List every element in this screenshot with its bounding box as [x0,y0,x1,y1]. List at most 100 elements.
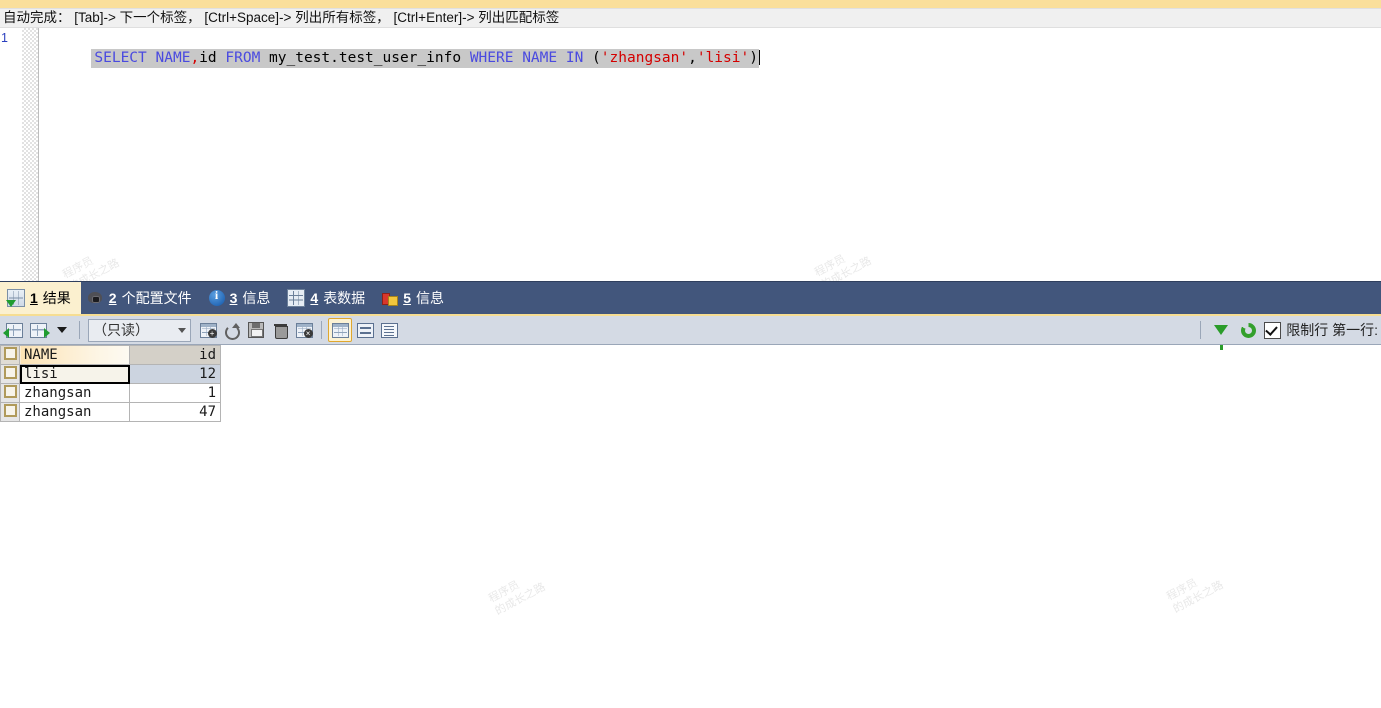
cell-id[interactable]: 47 [129,402,221,422]
row-select-checkbox[interactable] [3,366,17,379]
code-line-1[interactable]: SELECT NAME,id FROM my_test.test_user_in… [39,28,1381,68]
form-view-button[interactable] [354,319,376,341]
grid-view-icon [331,322,349,338]
limit-rows-label: 限制行 第一行: [1286,322,1378,338]
result-grid-body[interactable]: lisi 12 zhangsan 1 zhangsan 47 [0,364,221,422]
sql-token: ) [749,50,758,66]
text-view-button[interactable] [378,319,400,341]
line-number: 1 [1,31,8,45]
row-select-cell[interactable] [0,402,20,422]
import-grid-icon [29,322,50,338]
sql-token: WHERE [469,50,514,66]
watermark: 程序员 的成长之路 [486,579,548,618]
info-icon [208,288,225,306]
export-grid-icon [2,322,23,338]
toolbar-dropdown-button[interactable] [51,319,73,341]
sql-token: NAME [155,50,191,66]
watermark: 程序员 的成长之路 [1164,577,1226,616]
refresh-icon [1240,322,1256,338]
chevron-down-icon [57,327,67,333]
sql-token: my_test.test_user_info [260,50,470,66]
cancel-row-button[interactable]: × [293,319,315,341]
sql-token: 'lisi' [696,50,750,66]
table-row[interactable]: zhangsan 1 [0,383,221,403]
filter-icon [1214,325,1229,350]
cell-name[interactable]: zhangsan [19,383,130,403]
table-row[interactable]: zhangsan 47 [0,402,221,422]
result-grid-icon [6,289,25,307]
tab-number: 4 [310,290,319,306]
revert-row-icon [225,322,240,340]
table-data-icon [287,289,306,307]
delete-row-button[interactable] [269,319,291,341]
sql-token: IN [565,50,584,66]
cell-id[interactable]: 1 [129,383,221,403]
result-tab-3[interactable]: 3信息 [202,282,281,314]
row-select-cell[interactable] [0,383,20,403]
sql-token: id [199,50,217,66]
import-grid-button[interactable] [27,319,50,341]
save-icon [248,322,264,338]
delete-row-icon [273,323,288,339]
result-tab-1[interactable]: 1 结果 [0,282,81,314]
text-view-icon [380,322,398,338]
grid-view-button[interactable] [328,318,352,342]
form-view-icon [356,322,374,338]
save-changes-button[interactable] [245,319,267,341]
result-tab-bar[interactable]: 1结果2个配置文件3信息4表数据5信息 [0,281,1381,316]
tab-label: 个配置文件 [121,290,192,306]
tab-number: 5 [403,290,411,306]
limit-rows-checkbox[interactable] [1264,321,1282,339]
column-header-name[interactable]: NAME [19,345,130,365]
profile-icon [87,290,104,306]
revert-row-button[interactable] [221,319,243,341]
select-all-checkbox[interactable] [3,347,17,360]
result-grid-header: NAME id [0,345,221,365]
sql-editor[interactable]: 1 SELECT NAME,id FROM my_test.test_user_… [0,28,1381,281]
toolbar-separator [1200,321,1202,339]
cell-name[interactable]: lisi [19,364,130,384]
row-select-checkbox[interactable] [3,404,17,417]
edit-mode-select[interactable]: （只读） [88,318,191,342]
sql-token: SELECT [94,50,147,66]
add-row-button[interactable]: + [197,319,219,341]
cell-id[interactable]: 12 [129,364,221,384]
top-accent-strip [0,0,1381,9]
tab-label: 信息 [415,290,444,306]
sql-token: NAME [522,50,558,66]
sql-statement-selection[interactable]: SELECT NAME,id FROM my_test.test_user_in… [91,49,759,68]
result-grid[interactable]: NAME id lisi 12 zhangsan 1 zhangsan 47 [0,345,221,422]
edit-mode-value: （只读） [93,322,149,338]
column-header-id[interactable]: id [129,345,221,365]
export-grid-button[interactable] [2,319,25,341]
add-row-icon: + [199,322,217,338]
cancel-row-icon: × [295,322,313,338]
result-tab-5[interactable]: 5 信息 [375,282,454,314]
cell-name[interactable]: zhangsan [19,402,130,422]
code-area[interactable]: SELECT NAME,id FROM my_test.test_user_in… [39,28,1381,281]
row-select-checkbox[interactable] [3,385,17,398]
grid-toolbar[interactable]: （只读） + × 限制行 第一行: [0,316,1381,350]
sql-token: , [190,50,200,66]
tab-number: 2 [108,290,117,306]
tab-label: 结果 [42,290,71,306]
autocomplete-hint-bar: 自动完成： [Tab]-> 下一个标签， [Ctrl+Space]-> 列出所有… [0,9,1381,28]
table-row[interactable]: lisi 12 [0,364,221,384]
row-select-cell[interactable] [0,364,20,384]
result-tab-4[interactable]: 4 表数据 [280,282,375,314]
filter-button[interactable] [1210,319,1232,350]
tab-number: 1 [30,290,38,306]
result-tab-2[interactable]: 2 个配置文件 [81,282,202,314]
chevron-down-icon [178,327,186,333]
sql-token: 'zhangsan' [600,50,689,66]
sql-token: , [688,50,697,66]
header-row: NAME id [0,345,221,365]
select-all-header[interactable] [0,345,20,365]
tab-label: 信息 [242,290,271,306]
editor-gutter: 1 [0,28,22,281]
refresh-button[interactable] [1237,319,1259,341]
toolbar-separator [79,321,80,339]
